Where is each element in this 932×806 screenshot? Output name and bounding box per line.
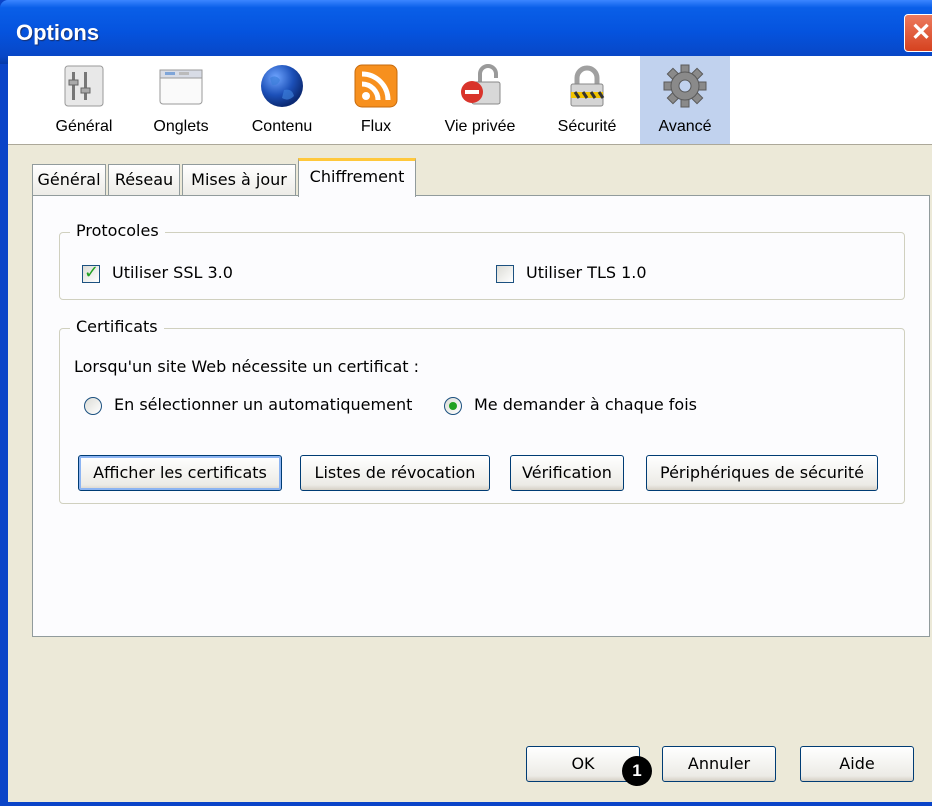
cancel-button[interactable]: Annuler — [662, 746, 776, 782]
ssl-label[interactable]: Utiliser SSL 3.0 — [112, 263, 233, 282]
certificates-group: Certificats Lorsqu'un site Web nécessite… — [59, 317, 905, 504]
gear-icon — [663, 64, 707, 108]
tab-general[interactable]: Général — [32, 164, 106, 196]
privacy-icon — [461, 64, 501, 105]
toolbar-label-feeds: Flux — [360, 118, 392, 135]
toolbar-item-tabs[interactable]: Onglets — [136, 56, 226, 144]
auto-select-label[interactable]: En sélectionner un automatiquement — [114, 395, 412, 414]
category-toolbar: Général Onglets Contenu Flux Vie privée … — [8, 56, 932, 145]
toolbar-item-security[interactable]: Sécurité — [542, 56, 632, 144]
ask-every-time-radio[interactable] — [444, 397, 462, 415]
toolbar-label-tabs: Onglets — [153, 118, 209, 135]
toolbar-item-feeds[interactable]: Flux — [336, 56, 416, 144]
toolbar-item-privacy[interactable]: Vie privée — [428, 56, 532, 144]
protocols-group: Protocoles ✓ Utiliser SSL 3.0 Utiliser T… — [59, 221, 905, 300]
toolbar-item-advanced[interactable]: Avancé — [640, 56, 730, 144]
title-bar[interactable]: Options ✕ — [0, 0, 932, 64]
revocation-lists-button[interactable]: Listes de révocation — [300, 455, 490, 491]
tab-network[interactable]: Réseau — [108, 164, 180, 196]
verification-button[interactable]: Vérification — [510, 455, 624, 491]
encryption-panel: Protocoles ✓ Utiliser SSL 3.0 Utiliser T… — [32, 195, 930, 637]
toolbar-item-content[interactable]: Contenu — [234, 56, 330, 144]
security-devices-button[interactable]: Périphériques de sécurité — [646, 455, 878, 491]
tls-checkbox[interactable] — [496, 265, 514, 283]
tab-updates[interactable]: Mises à jour — [182, 164, 296, 196]
content-globe-icon — [261, 65, 303, 107]
help-button[interactable]: Aide — [800, 746, 914, 782]
close-button[interactable]: ✕ — [904, 14, 932, 52]
toolbar-label-security: Sécurité — [557, 118, 617, 135]
certificates-legend: Certificats — [70, 317, 164, 336]
view-certificates-button[interactable]: Afficher les certificats — [78, 455, 282, 491]
window-title: Options — [16, 20, 100, 45]
tls-label[interactable]: Utiliser TLS 1.0 — [526, 263, 647, 282]
padlock-icon — [570, 65, 605, 107]
annotation-marker: 1 — [622, 756, 652, 786]
general-icon — [64, 65, 104, 107]
ssl-checkbox[interactable]: ✓ — [82, 262, 100, 283]
tab-encryption[interactable]: Chiffrement — [298, 158, 416, 197]
tabs-icon — [159, 69, 203, 105]
certificate-prompt: Lorsqu'un site Web nécessite un certific… — [74, 357, 420, 376]
rss-feed-icon — [354, 64, 398, 108]
options-dialog: Options ✕ Général Onglets Contenu Flux V… — [0, 0, 932, 806]
toolbar-label-privacy: Vie privée — [444, 118, 516, 135]
toolbar-label-content: Contenu — [251, 118, 313, 135]
toolbar-label-general: Général — [55, 118, 113, 135]
protocols-legend: Protocoles — [70, 221, 165, 240]
toolbar-label-advanced: Avancé — [658, 118, 712, 135]
checkmark-icon: ✓ — [84, 262, 100, 283]
auto-select-radio[interactable] — [84, 397, 102, 415]
toolbar-item-general[interactable]: Général — [36, 56, 132, 144]
ask-every-time-label[interactable]: Me demander à chaque fois — [474, 395, 697, 414]
radio-selected-dot — [449, 402, 457, 410]
